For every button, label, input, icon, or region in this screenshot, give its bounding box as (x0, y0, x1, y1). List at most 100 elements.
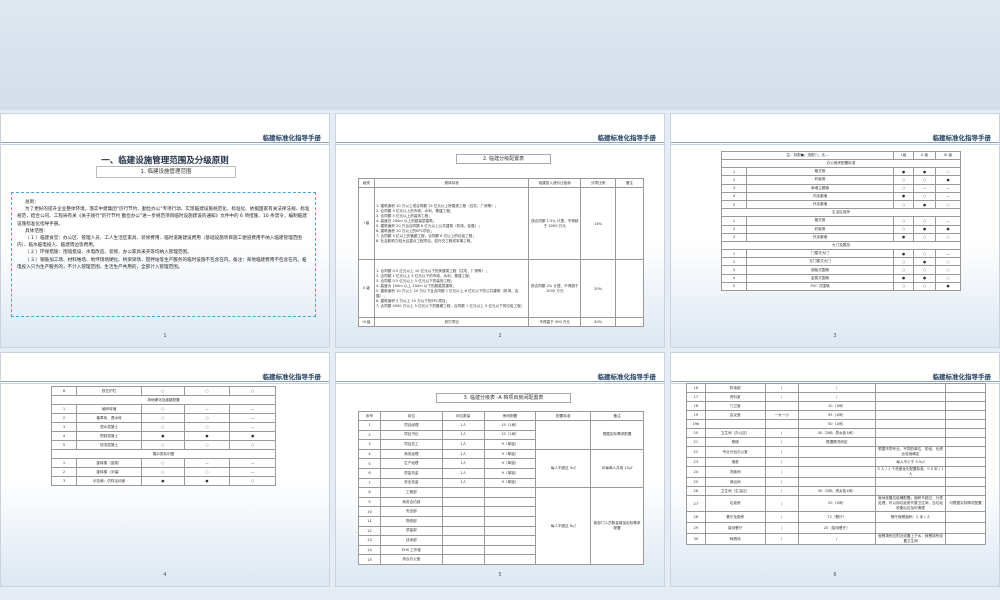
table-row: II 级 1. 合同额 0.5 亿元以上 10 亿元以下的房建类工程（住宅、厂房… (358, 259, 644, 318)
criteria-line: 5. 建筑面积 10 万以上 20 万以下且合同额 1 亿元以上 6 亿元以下的… (375, 288, 519, 298)
room-config: 9（单独） (483, 477, 537, 489)
config-mark: — (935, 216, 961, 226)
note-cell: 新部门人员数量增加实际需求配置 (590, 487, 644, 565)
position: 项目经理 (379, 420, 443, 431)
config-mark: ○ (893, 265, 914, 275)
slide-thumbnail-1[interactable]: 临建标准化指导手册 一、临建设施管理范围及分级原则 1. 临建设施管理范围 总则… (0, 113, 330, 348)
item-name: 箱式房 (745, 216, 895, 226)
slide-thumbnail-6[interactable]: 临建标准化指导手册 16 机电部 //17 资料室 //18 门卫室 10（1间） 19 会议室… (670, 352, 1000, 587)
item-name: 商墙主题墙 (745, 183, 895, 193)
col-header: III 级 (935, 151, 961, 160)
table-row: I 级 1. 建筑面积 10 万以上或合同额 15 亿元以上房建类工程（住宅、厂… (358, 187, 644, 260)
room-name: 接待餐厅 (704, 522, 766, 534)
room-spec: / (764, 466, 799, 478)
config-mark: ● (912, 199, 937, 210)
position: 商务经理 (379, 448, 443, 460)
room-size (797, 446, 877, 458)
config-mark: ● (893, 232, 914, 242)
header-divider-2 (1, 144, 329, 145)
config-mark: — (229, 422, 276, 432)
room-spec (764, 401, 799, 411)
row-index: 24 (686, 466, 706, 478)
note-cell-2 (945, 446, 986, 458)
room-name: 专业分包办公室 (704, 446, 766, 458)
config-mark: ● (912, 224, 937, 234)
room-size (797, 466, 877, 478)
config-mark: — (935, 191, 961, 201)
config-mark: ○ (935, 199, 961, 210)
row-index: 4 (721, 273, 747, 283)
share-cell: 20% (580, 259, 617, 318)
slide-thumbnail-3[interactable]: 临建标准化指导手册 注：标配●；选配○；无— I 级 II 级 III 级 办公… (670, 113, 1000, 348)
room-config (483, 525, 537, 537)
note-cell (615, 187, 644, 260)
section-row: 展示类标识图 (51, 449, 276, 459)
row-index: 15 (358, 554, 381, 565)
col-header: 备注 (615, 178, 644, 188)
note-cell: 就地依靠垃圾桶配置；面积不超过，分类处理，可以用垃圾房代替卫生间，当垃圾收集后应… (875, 495, 946, 512)
table-row: 8 工程部 每人不超过 6㎡ 新部门人员数量增加实际需求配置 (358, 487, 644, 565)
header-divider (1, 381, 329, 382)
position: 商务合约部 (379, 496, 443, 508)
config-mark: ● (893, 167, 914, 177)
row-index: 3 (358, 439, 381, 450)
ratio-cell: 按合同额 2% 计提，不得超于 1000 万元 (528, 259, 582, 318)
slide-header-title: 临建标准化指导手册 (932, 134, 992, 142)
slide-thumbnail-5[interactable]: 临建标准化指导手册 3. 临建分级表 -A 档项目房间配置表 序号 岗位 岗位数… (335, 352, 665, 587)
config-standard (535, 420, 592, 450)
item-name: 透水混凝土 (76, 422, 142, 432)
position: 安全总监 (379, 477, 443, 489)
note-cell (875, 383, 946, 393)
row-index: 8 (358, 487, 381, 498)
slide-thumbnail-4[interactable]: 临建标准化指导手册 6 铁艺护栏 ○ ○ ○ 场地硬化及道路配置 1 破碎砖铺 ○ — —2 植草砖、… (0, 352, 330, 587)
page-number: 1 (163, 333, 167, 339)
headcount (441, 506, 485, 517)
para-general: 总则： (25, 200, 39, 205)
config-mark: ○ (935, 167, 961, 177)
header-divider-2 (671, 144, 999, 145)
headcount (441, 554, 485, 565)
room-spec: / (764, 477, 799, 487)
slide-header-title: 临建标准化指导手册 (597, 134, 657, 142)
table-row: 5 现浇混凝土 ○ ○ ○ (51, 440, 276, 450)
note-cell-2 (945, 522, 986, 534)
slide-header-title: 临建标准化指导手册 (262, 134, 322, 142)
config-mark: ○ (935, 232, 961, 242)
config-mark: — (229, 413, 276, 423)
header-divider (336, 142, 664, 143)
config-mark: 3 (51, 422, 77, 432)
grade-cell: II 级 (358, 259, 375, 318)
config-mark: ○ (893, 224, 914, 234)
slide-thumbnail-2[interactable]: 临建标准化指导手册 2. 临建分级配置表 级别 具体标准 临建投入造价比指标 分… (335, 113, 665, 348)
room-name: 餐厅及厨房 (704, 511, 766, 523)
headcount (441, 496, 485, 508)
header-divider (671, 381, 999, 382)
config-mark: ○ (893, 175, 914, 185)
table-row: 1 箱式房 ● ● ○ (721, 167, 961, 177)
col-header: 序号 (358, 411, 381, 421)
slide-title: 一、临建设施管理范围及分级原则 (101, 156, 229, 166)
row-index: 29 (686, 522, 706, 534)
room-name (704, 419, 766, 429)
config-mark: ● (912, 257, 937, 267)
row-index: 1 (721, 167, 747, 177)
table-row: 25 淋浴间 / (686, 477, 986, 487)
row-index: 2 (358, 429, 381, 441)
room-spec: / (764, 428, 799, 438)
note-cell (875, 486, 946, 496)
note-cell: 可每两人共用 10㎡ (590, 448, 644, 489)
room-name: 会议室 (704, 410, 766, 420)
room-spec: / (764, 383, 799, 393)
table-row: 26 卫生间（生活区）/30（2间；男女各1间） (686, 486, 986, 496)
row-index: 17 (686, 392, 706, 402)
table-row: 16 机电部 / / (686, 383, 986, 393)
note-cell-2 (945, 511, 986, 523)
table-row: 6 铁艺护栏 ○ ○ ○ (51, 386, 276, 396)
row-index: 2 (721, 224, 747, 234)
config-mark: ● (141, 476, 185, 486)
room-spec: / (764, 533, 799, 545)
config-mark: ○ (183, 386, 231, 396)
row-index: 6 (358, 467, 381, 479)
row-index: 23 (686, 457, 706, 467)
config-mark: — (229, 458, 276, 468)
